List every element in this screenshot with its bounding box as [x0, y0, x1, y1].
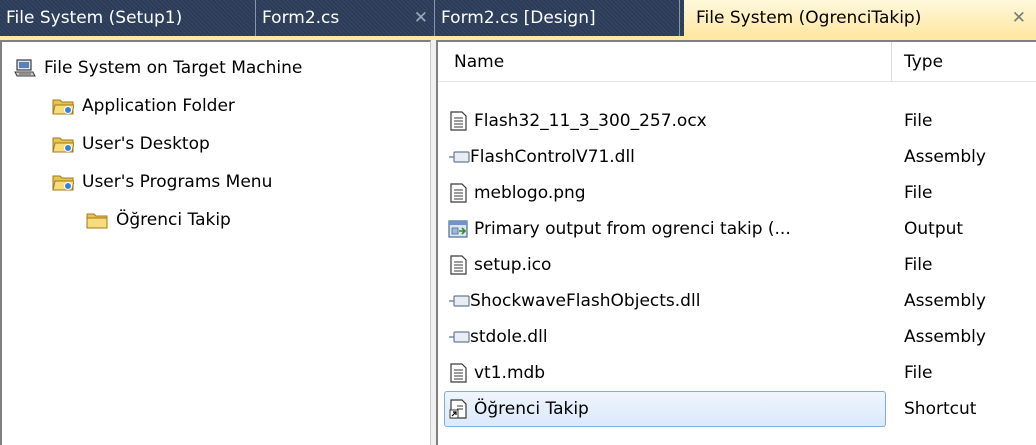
tree-item-application-folder[interactable]: Application Folder [52, 90, 235, 122]
assembly-icon [449, 295, 470, 307]
item-name: stdole.dll [470, 327, 548, 347]
list-item[interactable]: Primary output from ogrenci takip (... O… [444, 211, 1036, 247]
list-item[interactable]: vt1.mdb File [444, 355, 1036, 391]
special-folder-icon [52, 175, 74, 191]
special-folder-icon [52, 137, 74, 153]
file-icon [450, 183, 467, 203]
tab-file-system-ogrencitakip[interactable]: File System (OgrenciTakip) ✕ [684, 0, 1036, 36]
tab-file-system-setup1[interactable]: File System (Setup1) [0, 0, 256, 36]
file-icon [450, 255, 467, 275]
file-list-view[interactable]: Name Type Flash32_11_3_300_257.ocx File … [436, 40, 1036, 445]
list-item[interactable]: ShockwaveFlashObjects.dll Assembly [444, 283, 1036, 319]
folder-icon [86, 213, 108, 229]
item-type: File [904, 363, 933, 383]
tree-root-label: File System on Target Machine [44, 58, 303, 78]
column-divider[interactable] [891, 42, 892, 82]
tree-root-target-machine[interactable]: File System on Target Machine [14, 52, 302, 84]
tree-item-label: Öğrenci Takip [116, 210, 231, 230]
item-name: meblogo.png [474, 183, 586, 203]
column-header-name[interactable]: Name [454, 42, 504, 82]
item-type: File [904, 183, 933, 203]
assembly-icon [449, 331, 470, 343]
tab-label: Form2.cs [Design] [441, 8, 596, 28]
list-item[interactable]: Flash32_11_3_300_257.ocx File [444, 103, 1036, 139]
item-name: Primary output from ogrenci takip (... [474, 219, 791, 239]
item-type: Assembly [904, 147, 986, 167]
column-header-type[interactable]: Type [904, 42, 943, 82]
tree-item-label: User's Programs Menu [82, 172, 273, 192]
item-type: Assembly [904, 291, 986, 311]
item-name: Öğrenci Takip [474, 399, 589, 419]
list-item[interactable]: stdole.dll Assembly [444, 319, 1036, 355]
tree-item-label: User's Desktop [82, 134, 210, 154]
item-type: Shortcut [904, 399, 977, 419]
item-name: vt1.mdb [474, 363, 546, 383]
item-name: FlashControlV71.dll [470, 147, 635, 167]
tab-form2-cs-design[interactable]: Form2.cs [Design] [435, 0, 680, 36]
shortcut-icon [449, 399, 467, 419]
tree-item-label: Application Folder [82, 96, 235, 116]
tab-label: File System (Setup1) [6, 8, 183, 28]
special-folder-icon [52, 99, 74, 115]
file-system-tree[interactable]: File System on Target Machine Applicatio… [0, 40, 431, 445]
list-item[interactable]: meblogo.png File [444, 175, 1036, 211]
list-item[interactable]: FlashControlV71.dll Assembly [444, 139, 1036, 175]
item-name: Flash32_11_3_300_257.ocx [474, 111, 707, 131]
item-type: File [904, 255, 933, 275]
computer-icon [14, 59, 36, 77]
tree-item-ogrenci-takip[interactable]: Öğrenci Takip [86, 204, 231, 236]
item-type: Output [904, 219, 964, 239]
tab-form2-cs[interactable]: Form2.cs ✕ [256, 0, 435, 36]
output-icon [448, 220, 468, 238]
tab-label: Form2.cs [262, 8, 340, 28]
close-icon[interactable]: ✕ [414, 8, 428, 28]
close-icon[interactable]: ✕ [1012, 8, 1026, 28]
item-name: setup.ico [474, 255, 552, 275]
file-icon [450, 363, 467, 383]
list-header: Name Type [438, 42, 1036, 82]
file-icon [450, 111, 467, 131]
tab-label: File System (OgrenciTakip) [696, 7, 922, 28]
item-type: Assembly [904, 327, 986, 347]
list-item-selected[interactable]: Öğrenci Takip Shortcut [444, 391, 1036, 427]
document-tab-strip: File System (Setup1) Form2.cs ✕ Form2.cs… [0, 0, 1036, 40]
item-type: File [904, 111, 933, 131]
item-name: ShockwaveFlashObjects.dll [470, 291, 701, 311]
tree-item-users-desktop[interactable]: User's Desktop [52, 128, 210, 160]
assembly-icon [449, 151, 470, 163]
list-item[interactable]: setup.ico File [444, 247, 1036, 283]
tree-item-users-programs-menu[interactable]: User's Programs Menu [52, 166, 272, 198]
